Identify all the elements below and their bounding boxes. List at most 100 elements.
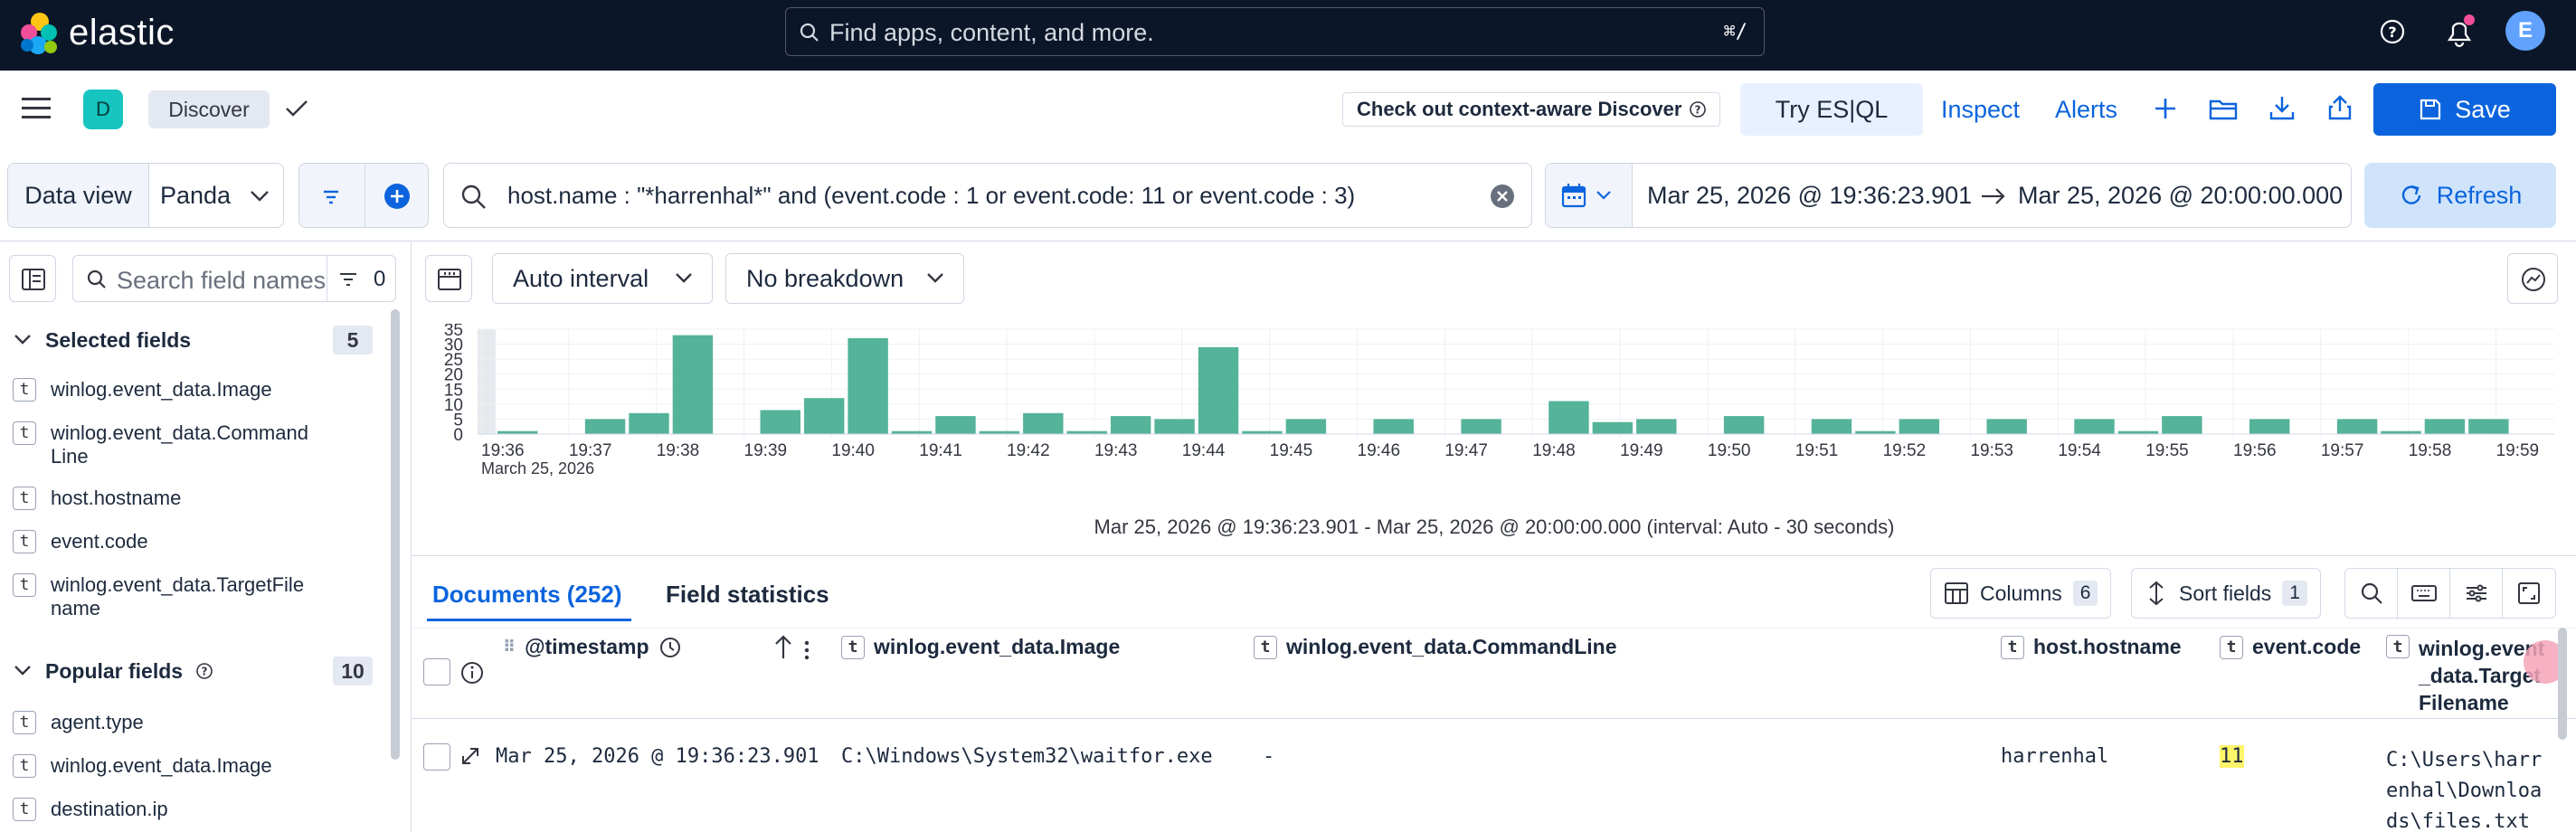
field-item[interactable]: t event.code — [13, 530, 148, 553]
column-header-timestamp[interactable]: ⠿ @timestamp — [503, 635, 682, 659]
row-select-checkbox[interactable] — [423, 743, 450, 771]
search-icon — [460, 184, 488, 211]
selected-fields-title: Selected fields — [45, 327, 192, 352]
histogram-bar — [2162, 416, 2202, 434]
field-item[interactable]: t agent.type — [13, 711, 144, 734]
clear-query-icon[interactable] — [1490, 184, 1515, 209]
selected-fields-header[interactable]: Selected fields 5 — [13, 326, 373, 355]
expand-row-icon[interactable] — [458, 743, 483, 769]
query-input[interactable]: host.name : "*harrenhal*" and (event.cod… — [443, 163, 1532, 228]
filter-controls[interactable] — [298, 163, 429, 228]
column-header-image[interactable]: t winlog.event_data.Image — [841, 635, 1120, 659]
field-item[interactable]: t winlog.event_data.Image — [13, 378, 272, 402]
add-filter-icon[interactable] — [383, 182, 412, 211]
sort-icon — [2145, 580, 2168, 607]
field-item[interactable]: t winlog.event_data.Image — [13, 754, 272, 778]
field-item[interactable]: t winlog.event_data.TargetFilename — [13, 573, 311, 620]
columns-icon — [1944, 581, 1969, 606]
column-header-commandline[interactable]: t winlog.event_data.CommandLine — [1254, 635, 1617, 659]
refresh-button[interactable]: Refresh — [2364, 163, 2556, 228]
notifications-icon[interactable] — [2442, 14, 2477, 49]
elastic-logo-icon[interactable] — [18, 11, 60, 56]
data-view-value[interactable]: Panda — [160, 182, 231, 210]
global-search-input[interactable]: Find apps, content, and more. ⌘/ — [785, 7, 1765, 56]
cell-commandline[interactable]: - — [1263, 745, 1274, 768]
download-icon[interactable] — [2268, 94, 2296, 121]
chart-options-button[interactable] — [2507, 253, 2558, 304]
histogram-chart[interactable]: 0510152025303519:36 19:37 19:38 19:39 19:40 1… — [412, 324, 2576, 514]
cell-event-code[interactable]: 11 — [2220, 745, 2244, 768]
query-text[interactable]: host.name : "*harrenhal*" and (event.cod… — [507, 182, 1355, 210]
sidebar-scrollbar[interactable] — [391, 309, 400, 760]
alerts-button[interactable]: Alerts — [2055, 96, 2117, 124]
info-icon[interactable]: ? — [195, 662, 213, 680]
table-row[interactable]: Mar 25, 2026 @ 19:36:23.901 C:\Windows\S… — [412, 720, 2576, 832]
field-item[interactable]: t destination.ip — [13, 798, 168, 821]
x-tick-label: 19:39 — [744, 441, 788, 460]
calendar-icon — [1560, 182, 1587, 209]
field-name: host.hostname — [51, 487, 182, 509]
field-search-input[interactable]: Search field names 0 — [72, 255, 396, 302]
select-all-checkbox[interactable] — [423, 658, 450, 685]
try-esql-button[interactable]: Try ES|QL — [1740, 83, 1923, 136]
help-icon[interactable]: ? — [2379, 18, 2406, 45]
chevron-down-icon[interactable] — [249, 189, 270, 203]
save-button[interactable]: Save — [2373, 83, 2556, 136]
column-header-targetfilename[interactable]: t winlog.event_data.TargetFilename — [2386, 635, 2549, 716]
field-name: event.code — [51, 530, 148, 553]
space-avatar[interactable]: D — [83, 90, 123, 129]
chevron-down-icon — [925, 271, 945, 286]
tab-field-statistics[interactable]: Field statistics — [666, 581, 829, 609]
share-icon[interactable] — [2326, 94, 2353, 121]
out-of-range-region — [478, 329, 496, 434]
histogram-bar — [803, 398, 845, 434]
user-avatar[interactable]: E — [2505, 11, 2545, 51]
quick-date-menu[interactable] — [1546, 164, 1633, 227]
histogram-bar — [1198, 346, 1239, 434]
data-view-picker[interactable]: Data view Panda — [7, 163, 284, 228]
cell-targetfilename[interactable]: C:\Users\harrenhal\Downloads\files.txt — [2386, 745, 2549, 832]
field-type-filter[interactable]: 0 — [337, 265, 393, 294]
field-item[interactable]: t winlog.event_data.CommandLine — [13, 421, 311, 468]
filter-icon[interactable] — [317, 184, 345, 209]
cell-timestamp[interactable]: Mar 25, 2026 @ 19:36:23.901 — [496, 745, 819, 768]
collapse-sidebar-button[interactable] — [9, 255, 56, 302]
sort-ascending-icon[interactable] — [772, 633, 794, 662]
new-search-icon[interactable] — [2153, 96, 2178, 121]
toggle-chart-button[interactable] — [425, 255, 472, 302]
display-settings-icon[interactable] — [2450, 569, 2503, 618]
breakdown-select[interactable]: No breakdown — [725, 253, 964, 304]
x-tick-label: 19:43 — [1094, 441, 1138, 460]
inspect-button[interactable]: Inspect — [1941, 96, 2020, 124]
cell-image[interactable]: C:\Windows\System32\waitfor.exe — [841, 745, 1213, 768]
grid-scrollbar[interactable] — [2558, 628, 2567, 740]
date-range-picker[interactable]: Mar 25, 2026 @ 19:36:23.901 Mar 25, 2026… — [1545, 163, 2352, 228]
date-end[interactable]: Mar 25, 2026 @ 20:00:00.000 — [2018, 182, 2344, 210]
column-header-event-code[interactable]: t event.code — [2220, 635, 2361, 659]
hamburger-menu-icon[interactable] — [22, 96, 51, 121]
tab-documents[interactable]: Documents (252) — [432, 581, 622, 609]
data-view-label: Data view — [8, 164, 149, 227]
filter-icon — [337, 270, 359, 288]
fullscreen-icon[interactable] — [2503, 569, 2555, 618]
global-search-placeholder: Find apps, content, and more. — [829, 19, 1154, 46]
date-start[interactable]: Mar 25, 2026 @ 19:36:23.901 — [1647, 182, 1972, 210]
columns-button[interactable]: Columns 6 — [1930, 568, 2112, 619]
sort-fields-button[interactable]: Sort fields 1 — [2131, 568, 2321, 619]
popular-fields-header[interactable]: Popular fields ? 10 — [13, 657, 373, 685]
field-item[interactable]: t host.hostname — [13, 487, 181, 510]
x-tick-label: 19:54 — [2058, 441, 2101, 460]
keyboard-icon[interactable] — [2398, 569, 2450, 618]
brand-name[interactable]: elastic — [69, 11, 175, 54]
cell-hostname[interactable]: harrenhal — [2001, 745, 2108, 768]
search-icon[interactable] — [2345, 569, 2398, 618]
column-actions-icon[interactable] — [801, 638, 812, 662]
x-tick-label: 19:48 — [1532, 441, 1576, 460]
columns-label: Columns — [1980, 581, 2062, 605]
open-folder-icon[interactable] — [2209, 96, 2238, 121]
breadcrumb-discover[interactable]: Discover — [148, 90, 270, 128]
column-header-hostname[interactable]: t host.hostname — [2001, 635, 2182, 659]
interval-select[interactable]: Auto interval — [492, 253, 713, 304]
context-aware-callout[interactable]: Check out context-aware Discover ? — [1342, 92, 1720, 127]
drag-handle-icon[interactable]: ⠿ — [503, 638, 516, 657]
